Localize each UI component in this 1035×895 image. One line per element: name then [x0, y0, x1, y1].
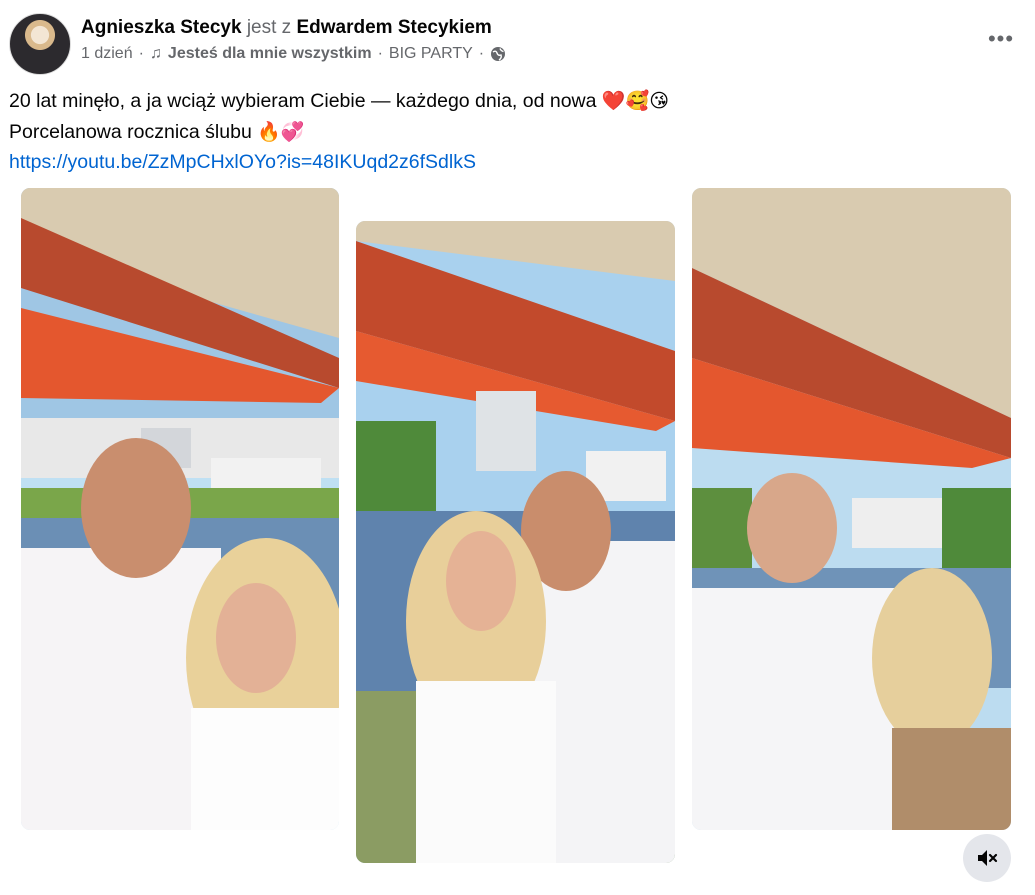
author-avatar[interactable]	[9, 13, 71, 75]
post-photo-3[interactable]	[692, 188, 1011, 830]
photo-couple-smiling-icon	[21, 188, 339, 830]
post-photo-1[interactable]	[21, 188, 339, 830]
post-meta: 1 dzień · ♫ Jesteś dla mnie wszystkim · …	[81, 45, 506, 63]
author-name[interactable]: Agnieszka Stecyk	[81, 17, 242, 38]
post-line-1-text: 20 lat minęło, a ja wciąż wybieram Ciebi…	[9, 90, 597, 112]
post-time[interactable]: 1 dzień	[81, 45, 133, 63]
photo-couple-kissing-icon	[356, 221, 675, 863]
speaker-muted-icon	[978, 850, 998, 866]
meta-separator: ·	[377, 45, 383, 62]
mute-button[interactable]	[963, 834, 1011, 882]
music-icon: ♫	[149, 45, 162, 62]
post-line-1-emoji: ❤️🥰😘	[601, 90, 670, 112]
artist-name[interactable]: BIG PARTY	[389, 45, 473, 63]
author-line: Agnieszka Stecyk jest z Edwardem Stecyki…	[81, 17, 492, 39]
photo-couple-from-behind-icon	[692, 188, 1011, 830]
tagged-person[interactable]: Edwardem Stecykiem	[296, 17, 491, 38]
post-line-2-emoji: 🔥💞	[257, 120, 305, 143]
meta-separator: ·	[478, 45, 485, 62]
meta-separator: ·	[138, 45, 144, 62]
post-photo-2[interactable]	[356, 221, 675, 863]
with-prefix: jest z	[246, 17, 292, 38]
song-title[interactable]: Jesteś dla mnie wszystkim	[168, 45, 372, 63]
post-header: Agnieszka Stecyk jest z Edwardem Stecyki…	[9, 13, 1026, 75]
post-line-1: 20 lat minęło, a ja wciąż wybieram Ciebi…	[9, 86, 1009, 117]
globe-icon[interactable]	[490, 46, 506, 62]
post-line-2-text: Porcelanowa rocznica ślubu	[9, 120, 252, 143]
post-line-2: Porcelanowa rocznica ślubu 🔥💞	[9, 117, 1009, 148]
more-options-button[interactable]: •••	[986, 26, 1016, 51]
youtube-link[interactable]: https://youtu.be/ZzMpCHxlOYo?is=48IKUqd2…	[9, 147, 1009, 178]
post-text: 20 lat minęło, a ja wciąż wybieram Ciebi…	[9, 86, 1009, 178]
